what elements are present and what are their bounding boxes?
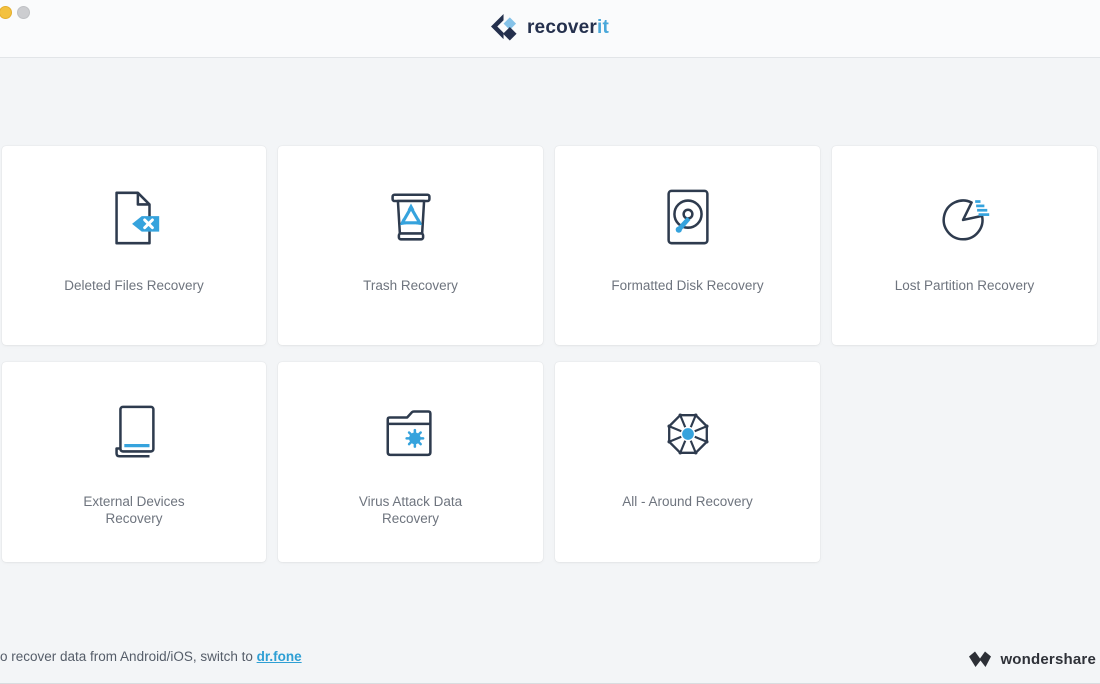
trash-recycle-icon [379, 186, 443, 250]
card-lost-partition-recovery[interactable]: Lost Partition Recovery [832, 146, 1097, 345]
titlebar: recoverit [0, 0, 1100, 58]
card-all-around-recovery[interactable]: All - Around Recovery [555, 362, 820, 562]
dr-fone-link[interactable]: dr.fone [257, 649, 302, 664]
app-title: recoverit [527, 17, 609, 39]
card-label: Trash Recovery [363, 277, 458, 294]
card-label: Virus Attack Data Recovery [359, 493, 462, 527]
wondershare-logo: wondershare [968, 651, 1096, 668]
footer-note-text: o recover data from Android/iOS, switch … [0, 649, 257, 664]
virus-folder-icon [379, 402, 443, 466]
card-deleted-files-recovery[interactable]: Deleted Files Recovery [2, 146, 266, 345]
wondershare-wordmark: wondershare [1000, 651, 1096, 668]
pie-partition-icon [933, 186, 997, 250]
card-label: Formatted Disk Recovery [611, 277, 763, 294]
footer-note: o recover data from Android/iOS, switch … [0, 649, 302, 664]
app-title-primary: recover [527, 17, 597, 38]
hard-disk-icon [656, 186, 720, 250]
app-title-accent: it [597, 17, 609, 38]
spoke-wheel-icon [656, 402, 720, 466]
card-label: All - Around Recovery [622, 493, 753, 510]
card-virus-attack-data-recovery[interactable]: Virus Attack Data Recovery [278, 362, 543, 562]
app-logo: recoverit [0, 14, 1100, 41]
external-drive-icon [102, 402, 166, 466]
recoverit-diamond-icon [491, 14, 518, 41]
deleted-file-icon [102, 186, 166, 250]
card-label: External Devices Recovery [83, 493, 184, 527]
wondershare-w-icon [968, 651, 993, 668]
card-formatted-disk-recovery[interactable]: Formatted Disk Recovery [555, 146, 820, 345]
card-trash-recovery[interactable]: Trash Recovery [278, 146, 543, 345]
card-label: Lost Partition Recovery [895, 277, 1035, 294]
card-external-devices-recovery[interactable]: External Devices Recovery [2, 362, 266, 562]
card-label: Deleted Files Recovery [64, 277, 204, 294]
